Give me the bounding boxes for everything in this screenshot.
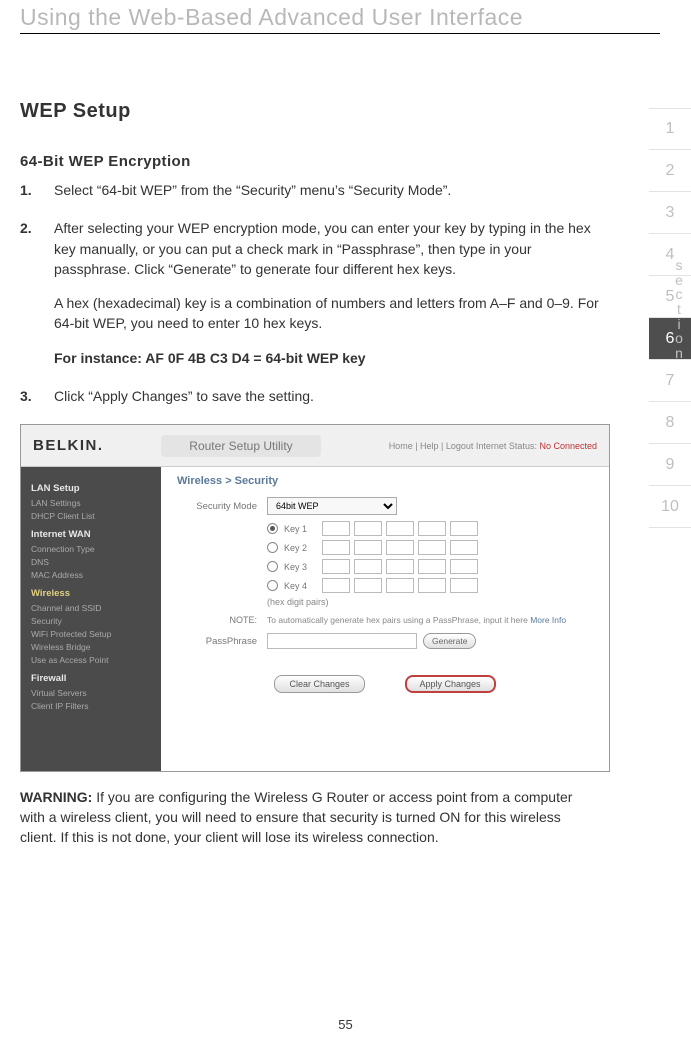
hex-input[interactable]	[354, 521, 382, 536]
encryption-heading: 64-Bit WEP Encryption	[20, 153, 600, 170]
section-tab-2[interactable]: 2	[649, 150, 691, 192]
rs-header: BELKIN. Router Setup Utility Home | Help…	[21, 425, 609, 467]
step-2-number: 2.	[20, 218, 54, 368]
step-2-example: For instance: AF 0F 4B C3 D4 = 64-bit WE…	[54, 348, 600, 368]
sidebar-item[interactable]: DHCP Client List	[31, 511, 151, 521]
hex-input[interactable]	[322, 521, 350, 536]
sidebar-section-firewall: Firewall	[31, 673, 151, 684]
page-number: 55	[0, 1017, 691, 1032]
rs-sidebar: LAN Setup LAN Settings DHCP Client List …	[21, 467, 161, 771]
section-label: section	[674, 258, 688, 361]
security-mode-label: Security Mode	[177, 501, 267, 512]
sidebar-item[interactable]: LAN Settings	[31, 498, 151, 508]
sidebar-item[interactable]: DNS	[31, 557, 151, 567]
sidebar-item[interactable]: WiFi Protected Setup	[31, 629, 151, 639]
step-3-number: 3.	[20, 386, 54, 406]
key3-radio[interactable]	[267, 561, 278, 572]
hex-input[interactable]	[354, 540, 382, 555]
note-text: To automatically generate hex pairs usin…	[267, 615, 593, 625]
hex-input[interactable]	[354, 578, 382, 593]
sidebar-section-wan: Internet WAN	[31, 529, 151, 540]
hex-input[interactable]	[450, 521, 478, 536]
hex-pairs-note: (hex digit pairs)	[267, 597, 593, 607]
sidebar-item[interactable]: Virtual Servers	[31, 688, 151, 698]
hex-input[interactable]	[450, 578, 478, 593]
hex-input[interactable]	[386, 521, 414, 536]
section-tab-10[interactable]: 10	[649, 486, 691, 528]
wep-setup-heading: WEP Setup	[20, 100, 600, 123]
key4-radio[interactable]	[267, 580, 278, 591]
hex-input[interactable]	[386, 559, 414, 574]
hex-input[interactable]	[418, 559, 446, 574]
section-tab-1[interactable]: 1	[649, 108, 691, 150]
passphrase-label: PassPhrase	[177, 636, 267, 647]
security-mode-select[interactable]: 64bit WEP	[267, 497, 397, 515]
apply-changes-button[interactable]: Apply Changes	[405, 675, 496, 693]
generate-button[interactable]: Generate	[423, 633, 476, 649]
key1-label: Key 1	[284, 524, 314, 534]
hex-input[interactable]	[386, 540, 414, 555]
section-tab-7[interactable]: 7	[649, 360, 691, 402]
header-underline	[20, 33, 660, 34]
hex-input[interactable]	[322, 559, 350, 574]
hex-input[interactable]	[418, 540, 446, 555]
hex-input[interactable]	[450, 559, 478, 574]
step-2: 2. After selecting your WEP encryption m…	[20, 218, 600, 368]
passphrase-input[interactable]	[267, 633, 417, 649]
main-content: WEP Setup 64-Bit WEP Encryption 1. Selec…	[0, 40, 620, 847]
section-tab-3[interactable]: 3	[649, 192, 691, 234]
hex-input[interactable]	[322, 578, 350, 593]
step-2-text-a: After selecting your WEP encryption mode…	[54, 218, 600, 279]
hex-input[interactable]	[450, 540, 478, 555]
step-1-text: Select “64-bit WEP” from the “Security” …	[54, 180, 600, 200]
breadcrumb: Wireless > Security	[177, 475, 593, 487]
note-label: NOTE:	[177, 615, 267, 625]
rs-main: Wireless > Security Security Mode 64bit …	[161, 467, 609, 771]
more-info-link[interactable]: More Info	[530, 615, 566, 625]
belkin-logo: BELKIN.	[33, 437, 161, 454]
step-2-text-b: A hex (hexadecimal) key is a combination…	[54, 293, 600, 334]
sidebar-section-wireless: Wireless	[31, 588, 151, 599]
key1-radio[interactable]	[267, 523, 278, 534]
section-tab-8[interactable]: 8	[649, 402, 691, 444]
header-links-prefix: Home | Help | Logout Internet Status:	[389, 441, 540, 451]
sidebar-item[interactable]: Channel and SSID	[31, 603, 151, 613]
hex-input[interactable]	[418, 521, 446, 536]
hex-input[interactable]	[418, 578, 446, 593]
warning-paragraph: WARNING: If you are configuring the Wire…	[20, 788, 600, 847]
step-3: 3. Click “Apply Changes” to save the set…	[20, 386, 600, 406]
key2-radio[interactable]	[267, 542, 278, 553]
hex-input[interactable]	[386, 578, 414, 593]
internet-status-value: No Connected	[539, 441, 597, 451]
router-screenshot: BELKIN. Router Setup Utility Home | Help…	[20, 424, 610, 772]
warning-label: WARNING:	[20, 789, 92, 805]
sidebar-item[interactable]: MAC Address	[31, 570, 151, 580]
hex-input[interactable]	[322, 540, 350, 555]
sidebar-item[interactable]: Wireless Bridge	[31, 642, 151, 652]
sidebar-item[interactable]: Connection Type	[31, 544, 151, 554]
sidebar-item[interactable]: Use as Access Point	[31, 655, 151, 665]
section-tab-9[interactable]: 9	[649, 444, 691, 486]
step-3-text: Click “Apply Changes” to save the settin…	[54, 386, 600, 406]
sidebar-item-security[interactable]: Security	[31, 616, 151, 626]
key2-label: Key 2	[284, 543, 314, 553]
step-1: 1. Select “64-bit WEP” from the “Securit…	[20, 180, 600, 200]
step-1-number: 1.	[20, 180, 54, 200]
key3-label: Key 3	[284, 562, 314, 572]
sidebar-item[interactable]: Client IP Filters	[31, 701, 151, 711]
key4-label: Key 4	[284, 581, 314, 591]
router-setup-title: Router Setup Utility	[161, 435, 321, 457]
steps-list: 1. Select “64-bit WEP” from the “Securit…	[20, 180, 600, 406]
sidebar-section-lan: LAN Setup	[31, 483, 151, 494]
header-links[interactable]: Home | Help | Logout Internet Status: No…	[389, 441, 597, 451]
hex-input[interactable]	[354, 559, 382, 574]
page-header: Using the Web-Based Advanced User Interf…	[0, 0, 691, 33]
warning-text: If you are configuring the Wireless G Ro…	[20, 789, 572, 844]
clear-changes-button[interactable]: Clear Changes	[274, 675, 364, 693]
